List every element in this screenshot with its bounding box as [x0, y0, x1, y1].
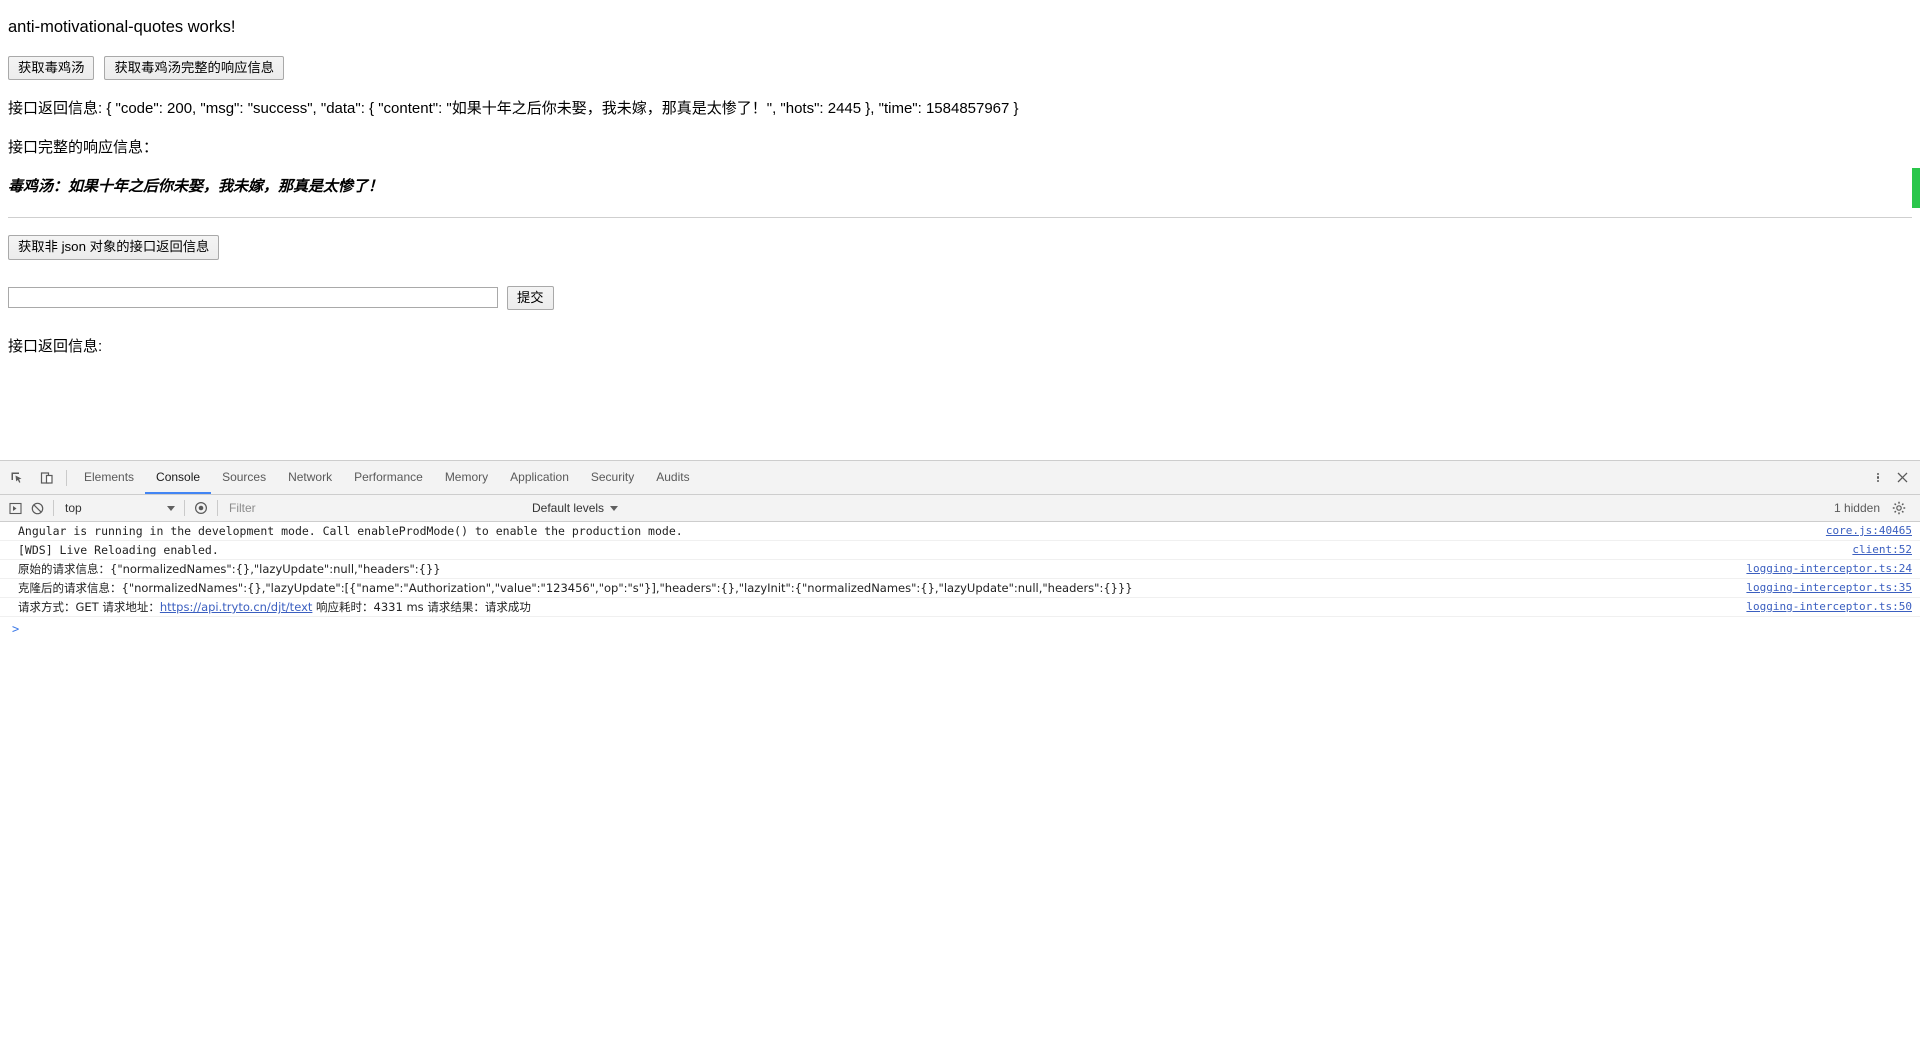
- tab-memory[interactable]: Memory: [434, 461, 499, 494]
- console-message-source-link[interactable]: core.js:40465: [1826, 524, 1912, 538]
- clear-console-icon[interactable]: [26, 498, 48, 518]
- console-message-row[interactable]: 原始的请求信息：{"normalizedNames":{},"lazyUpdat…: [0, 560, 1920, 579]
- filterbar-divider-2: [184, 500, 185, 516]
- more-options-icon[interactable]: [1866, 466, 1890, 490]
- submit-button[interactable]: 提交: [507, 285, 554, 310]
- console-message-text: 原始的请求信息：{"normalizedNames":{},"lazyUpdat…: [18, 562, 441, 576]
- app-root: anti-motivational-quotes works! 获取毒鸡汤 获取…: [0, 0, 1920, 356]
- devtools-panel: Elements Console Sources Network Perform…: [0, 460, 1920, 1058]
- browser-page-viewport: anti-motivational-quotes works! 获取毒鸡汤 获取…: [0, 0, 1920, 460]
- submit-form-row: 提交: [8, 285, 1912, 310]
- console-message-source-link[interactable]: client:52: [1852, 543, 1912, 557]
- page-title: anti-motivational-quotes works!: [8, 18, 236, 36]
- execution-context-value: top: [65, 501, 82, 515]
- prompt-arrow-icon: >: [12, 622, 20, 636]
- full-response-label: 接口完整的响应信息：: [8, 138, 159, 156]
- tab-network[interactable]: Network: [277, 461, 343, 494]
- quote-input[interactable]: [8, 287, 498, 309]
- request-info-suffix: 响应耗时：4331 ms 请求结果：请求成功: [312, 600, 531, 614]
- close-icon[interactable]: [1890, 466, 1914, 490]
- console-prompt-row[interactable]: >: [0, 617, 1920, 641]
- console-message-row[interactable]: 请求方式：GET 请求地址：https://api.tryto.cn/djt/t…: [0, 598, 1920, 617]
- devtools-tabbar: Elements Console Sources Network Perform…: [0, 461, 1920, 495]
- settings-gear-icon[interactable]: [1888, 498, 1910, 518]
- quote-text: 毒鸡汤：如果十年之后你未娶，我未嫁，那真是太惨了！: [8, 177, 384, 195]
- console-message-text: 请求方式：GET 请求地址：https://api.tryto.cn/djt/t…: [18, 600, 1734, 614]
- filterbar-right-group: 1 hidden: [1834, 498, 1916, 518]
- console-message-text: Angular is running in the development mo…: [18, 524, 683, 538]
- response-summary-text: 接口返回信息: { "code": 200, "msg": "success",…: [8, 100, 1019, 118]
- console-message-list: Angular is running in the development mo…: [0, 522, 1920, 641]
- console-filter-toolbar: top Default levels 1 hidden: [0, 495, 1920, 522]
- console-filter-input[interactable]: [227, 498, 531, 518]
- tab-performance[interactable]: Performance: [343, 461, 434, 494]
- page-scrollbar-thumb[interactable]: [1912, 168, 1920, 208]
- chevron-down-icon: [610, 505, 619, 511]
- get-non-json-button[interactable]: 获取非 json 对象的接口返回信息: [8, 235, 220, 260]
- console-message-text: [WDS] Live Reloading enabled.: [18, 543, 219, 557]
- request-info-prefix: 请求方式：GET 请求地址：: [18, 600, 160, 614]
- devtools-tab-list: Elements Console Sources Network Perform…: [73, 461, 701, 494]
- console-message-row[interactable]: Angular is running in the development mo…: [0, 522, 1920, 541]
- inspect-element-icon[interactable]: [4, 465, 30, 491]
- console-message-row[interactable]: [WDS] Live Reloading enabled. client:52: [0, 541, 1920, 560]
- quote-button-row: 获取毒鸡汤 获取毒鸡汤完整的响应信息: [8, 55, 1912, 81]
- hidden-messages-count[interactable]: 1 hidden: [1834, 501, 1880, 515]
- non-json-button-row: 获取非 json 对象的接口返回信息: [8, 235, 1912, 260]
- log-level-selector[interactable]: Default levels: [532, 501, 619, 515]
- toolbar-divider: [66, 469, 67, 486]
- live-expression-icon[interactable]: [190, 498, 212, 518]
- tab-elements[interactable]: Elements: [73, 461, 145, 494]
- console-message-source-link[interactable]: logging-interceptor.ts:50: [1746, 600, 1912, 614]
- get-quote-button[interactable]: 获取毒鸡汤: [8, 55, 95, 81]
- content-divider: [8, 217, 1912, 219]
- execution-context-selector[interactable]: top: [65, 501, 179, 515]
- get-full-response-button[interactable]: 获取毒鸡汤完整的响应信息: [104, 55, 285, 81]
- tab-application[interactable]: Application: [499, 461, 580, 494]
- console-message-source-link[interactable]: logging-interceptor.ts:24: [1746, 562, 1912, 576]
- chevron-down-icon: [167, 505, 175, 511]
- console-message-text: 克隆后的请求信息：{"normalizedNames":{},"lazyUpda…: [18, 581, 1133, 595]
- request-url-link[interactable]: https://api.tryto.cn/djt/text: [160, 600, 313, 614]
- execute-snippet-icon[interactable]: [4, 498, 26, 518]
- tab-sources[interactable]: Sources: [211, 461, 277, 494]
- page-scrollbar-track[interactable]: [1911, 0, 1920, 460]
- console-prompt-input[interactable]: [25, 623, 26, 636]
- devtools-tabbar-actions: [1866, 466, 1920, 490]
- tab-security[interactable]: Security: [580, 461, 645, 494]
- device-toolbar-icon[interactable]: [34, 465, 60, 491]
- console-message-source-link[interactable]: logging-interceptor.ts:35: [1746, 581, 1912, 595]
- tab-console[interactable]: Console: [145, 461, 212, 494]
- tab-audits[interactable]: Audits: [645, 461, 700, 494]
- filterbar-divider-3: [217, 500, 218, 516]
- log-level-value: Default levels: [532, 501, 605, 515]
- filterbar-divider-1: [53, 500, 54, 516]
- tail-response-label: 接口返回信息:: [8, 337, 103, 355]
- console-message-row[interactable]: 克隆后的请求信息：{"normalizedNames":{},"lazyUpda…: [0, 579, 1920, 598]
